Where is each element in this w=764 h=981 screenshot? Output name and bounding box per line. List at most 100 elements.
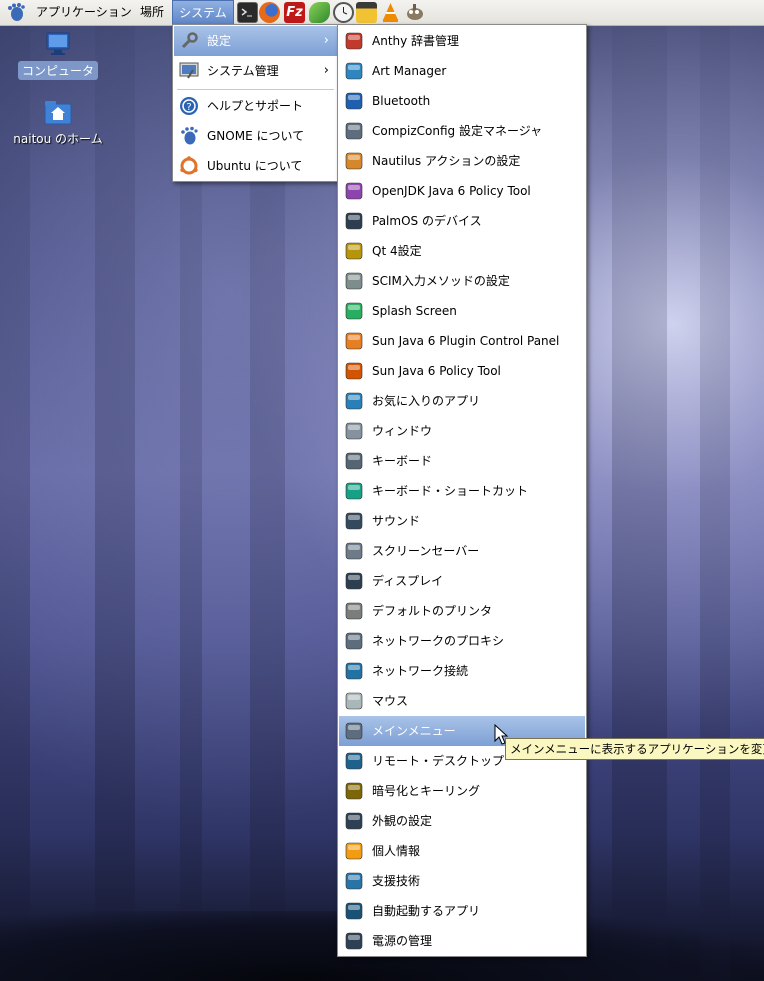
menu-item-nautilus-actions[interactable]: Nautilus アクションの設定 [339,146,585,176]
menu-item-label: 外観の設定 [372,814,433,828]
menu-item-bluetooth[interactable]: Bluetooth [339,86,585,116]
menu-item-about-gnome[interactable]: GNOME について [174,121,337,151]
help-icon: ? [180,97,198,115]
menu-item-printer[interactable]: デフォルトのプリンタ [339,596,585,626]
window-icon [345,422,363,440]
menu-item-label: メインメニュー [372,724,456,738]
menu-item-accessibility[interactable]: 支援技術 [339,866,585,896]
menu-item-network-proxy[interactable]: ネットワークのプロキシ [339,626,585,656]
gnome-foot-icon[interactable] [6,3,26,22]
system-menu[interactable]: システム [172,0,234,25]
menu-item-window[interactable]: ウィンドウ [339,416,585,446]
menu-item-keyboard[interactable]: キーボード [339,446,585,476]
menu-item-java-policy[interactable]: Sun Java 6 Policy Tool [339,356,585,386]
menu-item-anthy-dictionary[interactable]: Anthy 辞書管理 [339,26,585,56]
menu-item-label: ウィンドウ [372,424,433,438]
remote-desktop-icon [345,752,363,770]
java-policy-icon [345,362,363,380]
menu-item-palm-device[interactable]: PalmOS のデバイス [339,206,585,236]
qt-settings-icon [345,242,363,260]
desktop-icon-computer[interactable]: コンピュータ [18,30,98,80]
compizconfig-icon [345,122,363,140]
menu-item-about-ubuntu[interactable]: Ubuntu について [174,151,337,181]
appearance-icon [345,812,363,830]
menu-item-label: 設定 [207,34,232,48]
terminal-launcher-icon[interactable] [237,2,258,23]
menu-item-encryption[interactable]: 暗号化とキーリング [339,776,585,806]
personal-info-icon [345,842,363,860]
menu-item-label: ネットワーク接続 [372,664,469,678]
menu-item-sound[interactable]: サウンド [339,506,585,536]
svg-text:?: ? [186,102,191,113]
menu-item-label: サウンド [372,514,421,528]
menu-item-label: OpenJDK Java 6 Policy Tool [372,184,531,198]
menu-item-qt-settings[interactable]: Qt 4設定 [339,236,585,266]
clock-launcher-icon[interactable] [333,2,354,23]
printer-icon [345,602,363,620]
menu-item-settings[interactable]: 設定 › [174,26,337,56]
computer-icon [46,32,70,55]
video-editor-launcher-icon[interactable] [356,2,377,23]
filezilla-launcher-icon[interactable]: Fz [284,2,305,23]
menu-item-label: Qt 4設定 [372,244,422,258]
accessibility-icon [345,872,363,890]
system-dropdown-menu: 設定 › システム管理 › ? ヘルプとサポート GNOME について Ubun… [172,24,339,182]
menu-item-power-management[interactable]: 電源の管理 [339,926,585,956]
menu-item-display[interactable]: ディスプレイ [339,566,585,596]
places-menu[interactable]: 場所 [140,0,164,25]
leafpad-launcher-icon[interactable] [309,2,330,23]
menu-item-label: 暗号化とキーリング [372,784,481,798]
menu-item-label: Sun Java 6 Plugin Control Panel [372,334,560,348]
menu-item-label: Nautilus アクションの設定 [372,154,521,168]
menu-item-compizconfig[interactable]: CompizConfig 設定マネージャ [339,116,585,146]
menu-item-label: お気に入りのアプリ [372,394,481,408]
display-icon [345,572,363,590]
art-manager-icon [345,62,363,80]
menu-item-scim[interactable]: SCIM入力メソッドの設定 [339,266,585,296]
palm-device-icon [345,212,363,230]
bluetooth-icon [345,92,363,110]
menu-item-network-connections[interactable]: ネットワーク接続 [339,656,585,686]
menu-item-screensaver[interactable]: スクリーンセーバー [339,536,585,566]
mouse-icon [345,692,363,710]
gimp-launcher-icon[interactable] [404,2,425,23]
menu-item-openjdk-policy[interactable]: OpenJDK Java 6 Policy Tool [339,176,585,206]
menu-item-label: 自動起動するアプリ [372,904,481,918]
menu-separator [177,89,334,90]
vlc-launcher-icon[interactable] [380,2,401,23]
home-label: naitou のホーム [13,132,103,146]
desktop-icon-home[interactable]: naitou のホーム [4,98,112,148]
menu-item-mouse[interactable]: マウス [339,686,585,716]
encryption-icon [345,782,363,800]
menu-item-appearance[interactable]: 外観の設定 [339,806,585,836]
mouse-cursor-icon [494,724,509,745]
menu-item-preferred-apps[interactable]: お気に入りのアプリ [339,386,585,416]
menu-item-system-admin[interactable]: システム管理 › [174,56,337,86]
menu-item-label: Anthy 辞書管理 [372,34,460,48]
menu-item-splash-screen[interactable]: Splash Screen [339,296,585,326]
gnome-foot-icon [181,126,198,145]
menu-item-keyboard-shortcuts[interactable]: キーボード・ショートカット [339,476,585,506]
menu-item-startup-apps[interactable]: 自動起動するアプリ [339,896,585,926]
scim-icon [345,272,363,290]
applications-menu[interactable]: アプリケーション [36,0,132,25]
keyboard-icon [345,452,363,470]
computer-label: コンピュータ [18,61,98,80]
menu-item-label: ネットワークのプロキシ [372,634,505,648]
menu-item-label: マウス [372,694,409,708]
settings-submenu: Anthy 辞書管理 Art Manager Bluetooth CompizConf… [337,24,587,957]
screensaver-icon [345,542,363,560]
menu-item-help[interactable]: ? ヘルプとサポート [174,91,337,121]
menu-item-personal-info[interactable]: 個人情報 [339,836,585,866]
menu-item-label: Art Manager [372,64,447,78]
wrench-icon [181,32,198,49]
menu-item-art-manager[interactable]: Art Manager [339,56,585,86]
menu-item-label: SCIM入力メソッドの設定 [372,274,510,288]
firefox-launcher-icon[interactable] [259,2,280,23]
menu-item-label: 個人情報 [372,844,421,858]
nautilus-actions-icon [345,152,363,170]
anthy-dictionary-icon [345,32,363,50]
menu-item-label: Bluetooth [372,94,431,108]
submenu-arrow-icon: › [323,63,329,78]
menu-item-java-plugin[interactable]: Sun Java 6 Plugin Control Panel [339,326,585,356]
